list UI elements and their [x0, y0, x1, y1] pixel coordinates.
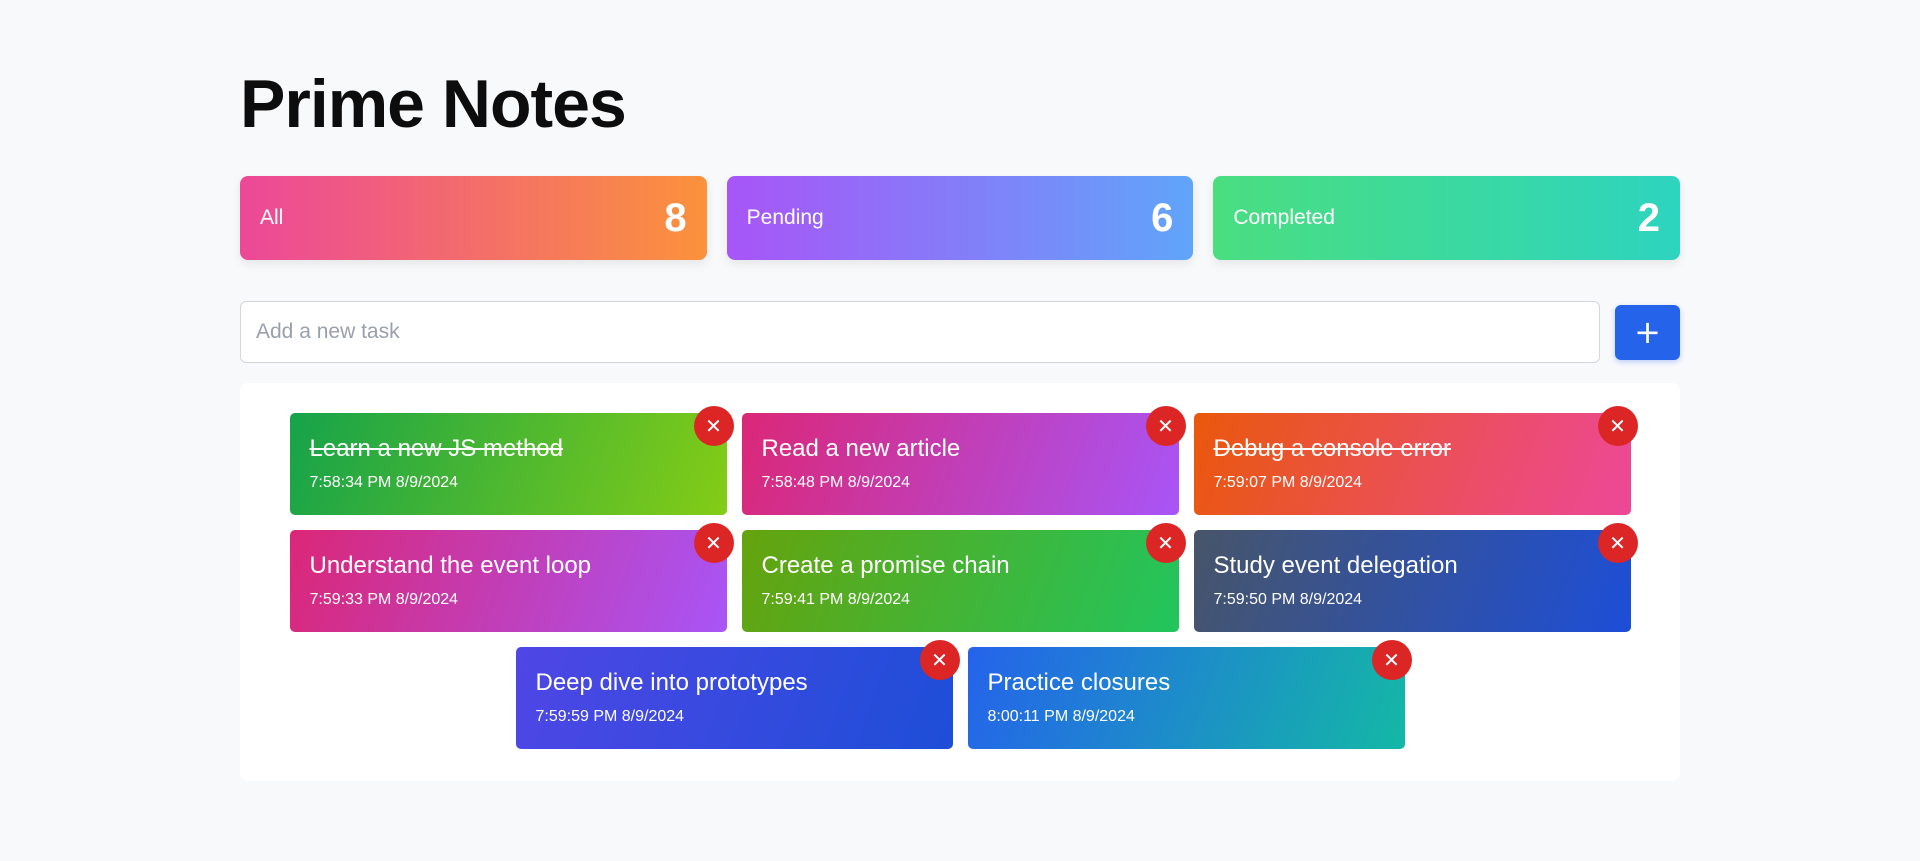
task-title: Study event delegation	[1213, 552, 1458, 579]
task-card[interactable]: Study event delegation 7:59:50 PM 8/9/202…	[1193, 523, 1638, 632]
close-icon: ✕	[1609, 414, 1626, 438]
close-icon: ✕	[1157, 531, 1174, 555]
close-icon: ✕	[705, 531, 722, 555]
delete-task-button[interactable]: ✕	[1145, 523, 1186, 563]
task-board: Learn a new JS method 7:58:34 PM 8/9/2024…	[240, 383, 1680, 781]
task-timestamp: 7:59:07 PM 8/9/2024	[1213, 473, 1363, 491]
task-timestamp: 7:58:48 PM 8/9/2024	[761, 473, 911, 491]
task-title: Practice closures	[987, 669, 1171, 696]
close-icon: ✕	[705, 414, 722, 438]
task-card[interactable]: Practice closures 8:00:11 PM 8/9/2024 ✕	[967, 640, 1412, 749]
new-task-input[interactable]	[240, 301, 1600, 363]
stat-count-pending: 6	[1151, 195, 1174, 240]
stat-label-completed: Completed	[1233, 206, 1335, 229]
task-title: Create a promise chain	[761, 552, 1010, 579]
close-icon: ✕	[1609, 531, 1626, 555]
task-title: Deep dive into prototypes	[535, 669, 808, 696]
stat-count-all: 8	[664, 195, 687, 240]
delete-task-button[interactable]: ✕	[1145, 406, 1186, 446]
task-list: Learn a new JS method 7:58:34 PM 8/9/2024…	[288, 406, 1638, 749]
delete-task-button[interactable]: ✕	[919, 640, 960, 680]
delete-task-button[interactable]: ✕	[1371, 640, 1412, 680]
task-title: Read a new article	[761, 435, 961, 462]
task-card[interactable]: Understand the event loop 7:59:33 PM 8/9/…	[289, 523, 734, 632]
delete-task-button[interactable]: ✕	[1597, 406, 1638, 446]
stat-label-all: All	[260, 206, 284, 229]
stat-card-completed[interactable]: Completed 2	[1213, 176, 1681, 260]
task-timestamp: 7:59:33 PM 8/9/2024	[309, 590, 459, 608]
task-card[interactable]: Deep dive into prototypes 7:59:59 PM 8/9/…	[515, 640, 960, 749]
add-task-button[interactable]: +	[1615, 304, 1680, 360]
task-title: Debug a console error	[1213, 435, 1451, 462]
delete-task-button[interactable]: ✕	[693, 406, 734, 446]
close-icon: ✕	[931, 648, 948, 672]
stat-card-pending[interactable]: Pending 6	[726, 176, 1194, 260]
stat-card-all[interactable]: All 8	[240, 176, 707, 260]
task-timestamp: 8:00:11 PM 8/9/2024	[987, 707, 1135, 725]
task-title: Learn a new JS method	[309, 435, 564, 462]
plus-icon: +	[1634, 313, 1661, 351]
task-title: Understand the event loop	[309, 552, 592, 579]
task-timestamp: 7:59:50 PM 8/9/2024	[1213, 590, 1363, 608]
close-icon: ✕	[1157, 414, 1174, 438]
task-timestamp: 7:59:59 PM 8/9/2024	[535, 707, 685, 725]
task-card[interactable]: Read a new article 7:58:48 PM 8/9/2024 ✕	[741, 406, 1186, 515]
stat-label-pending: Pending	[746, 206, 824, 229]
task-timestamp: 7:59:41 PM 8/9/2024	[761, 590, 911, 608]
task-card[interactable]: Create a promise chain 7:59:41 PM 8/9/202…	[741, 523, 1186, 632]
add-task-row: +	[240, 301, 1680, 363]
task-timestamp: 7:58:34 PM 8/9/2024	[309, 473, 459, 491]
task-card[interactable]: Learn a new JS method 7:58:34 PM 8/9/2024…	[289, 406, 734, 515]
close-icon: ✕	[1383, 648, 1400, 672]
stats-bar: All 8 Pending 6 Completed 2	[240, 176, 1681, 260]
task-card[interactable]: Debug a console error 7:59:07 PM 8/9/2024…	[1193, 406, 1638, 515]
stat-count-completed: 2	[1637, 195, 1661, 240]
page-title: Prime Notes	[240, 66, 627, 142]
delete-task-button[interactable]: ✕	[693, 523, 734, 563]
delete-task-button[interactable]: ✕	[1597, 523, 1638, 563]
